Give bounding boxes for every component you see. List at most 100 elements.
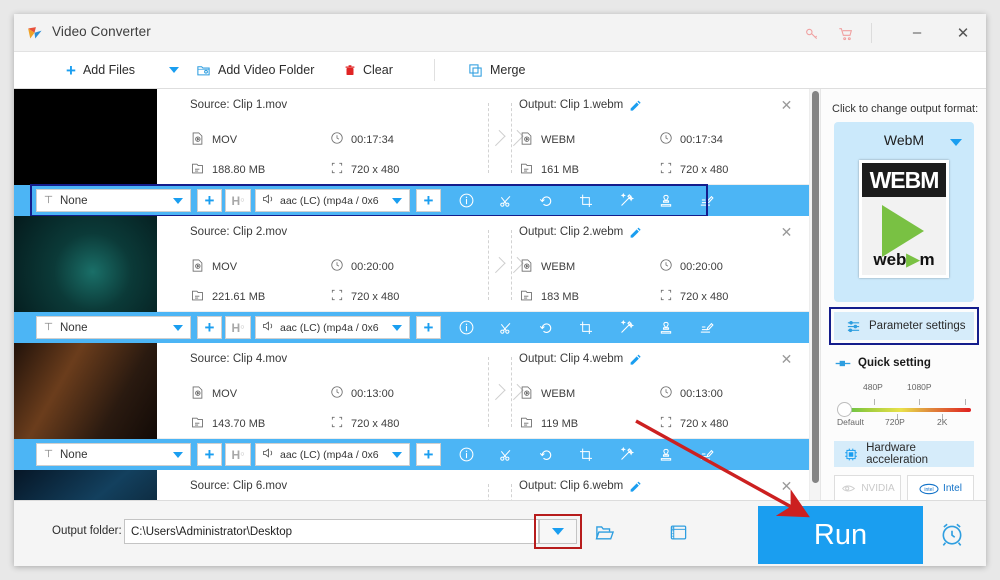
crop-button[interactable] bbox=[574, 189, 598, 212]
video-thumbnail[interactable] bbox=[14, 89, 157, 185]
rotate-button[interactable] bbox=[534, 189, 558, 212]
source-block: Source: Clip 4.mov MOV 00:13:00 143.70 MB 72… bbox=[190, 353, 480, 430]
slider-handle[interactable] bbox=[837, 402, 852, 417]
minimize-button[interactable]: – bbox=[894, 14, 940, 51]
chevron-down-icon[interactable] bbox=[950, 139, 962, 146]
info-icon bbox=[459, 447, 473, 462]
audio-track-select[interactable]: aac (LC) (mp4a / 0x6 bbox=[255, 189, 410, 212]
hdr-badge-button[interactable]: H ○ bbox=[225, 189, 251, 212]
effect-button[interactable] bbox=[614, 443, 638, 466]
pencil-icon[interactable] bbox=[629, 99, 642, 115]
output-folder-dropdown-button[interactable] bbox=[539, 519, 577, 544]
clock-icon bbox=[659, 131, 673, 148]
subtitle-button[interactable] bbox=[694, 443, 718, 466]
scheduled-task-button[interactable] bbox=[939, 521, 965, 552]
rotate-button[interactable] bbox=[534, 316, 558, 339]
slider-label-default: Default bbox=[837, 417, 864, 427]
effect-button[interactable] bbox=[614, 189, 638, 212]
add-audio-button[interactable]: + bbox=[416, 443, 441, 466]
scrollbar-thumb[interactable] bbox=[812, 91, 819, 483]
close-icon[interactable]: ✕ bbox=[778, 351, 795, 368]
file-list[interactable]: Source: Clip 1.mov MOV 00:17:34 188.80 MB 72… bbox=[14, 89, 820, 529]
watermark-icon bbox=[660, 194, 672, 207]
gpu-intel-button[interactable]: intel Intel bbox=[907, 475, 974, 502]
output-format: WEBM bbox=[519, 385, 575, 403]
add-files-label: Add Files bbox=[82, 63, 136, 77]
add-subtitle-button[interactable]: + bbox=[197, 316, 222, 339]
run-button[interactable]: Run bbox=[758, 506, 923, 564]
hdr-badge-button[interactable]: H ○ bbox=[225, 316, 251, 339]
video-thumbnail[interactable] bbox=[14, 343, 157, 439]
add-subtitle-button[interactable]: + bbox=[197, 189, 222, 212]
close-icon[interactable]: ✕ bbox=[778, 224, 795, 241]
clear-button[interactable]: Clear bbox=[344, 52, 393, 88]
source-duration: 00:17:34 bbox=[330, 131, 394, 148]
info-button[interactable] bbox=[454, 189, 478, 212]
watermark-button[interactable] bbox=[654, 316, 678, 339]
add-video-folder-button[interactable]: Add Video Folder bbox=[196, 52, 314, 88]
subtitle-select[interactable]: None bbox=[36, 189, 191, 212]
audio-track-select[interactable]: aac (LC) (mp4a / 0x6 bbox=[255, 316, 410, 339]
add-audio-button[interactable]: + bbox=[416, 189, 441, 212]
slider-track[interactable] bbox=[843, 408, 971, 412]
output-size: 183 MB bbox=[519, 288, 579, 306]
source-format: MOV bbox=[190, 385, 237, 403]
cut-button[interactable] bbox=[494, 189, 518, 212]
resolution-icon bbox=[659, 288, 673, 305]
quick-setting-title: Quick setting bbox=[835, 357, 931, 369]
hdr-badge-button[interactable]: H ○ bbox=[225, 443, 251, 466]
slider-small-icon bbox=[835, 360, 851, 366]
rotate-button[interactable] bbox=[534, 443, 558, 466]
slider-tick bbox=[965, 399, 966, 405]
output-folder-input[interactable]: C:\Users\Administrator\Desktop bbox=[124, 519, 539, 544]
info-button[interactable] bbox=[454, 443, 478, 466]
browse-folder-button[interactable] bbox=[590, 519, 618, 545]
file-row[interactable]: Source: Clip 2.mov MOV 00:20:00 221.61 MB 72… bbox=[14, 216, 809, 343]
rotate-icon bbox=[539, 450, 551, 460]
add-subtitle-button[interactable]: + bbox=[197, 443, 222, 466]
open-media-button[interactable] bbox=[664, 519, 692, 545]
close-button[interactable]: ✕ bbox=[940, 14, 986, 51]
cut-button[interactable] bbox=[494, 316, 518, 339]
subtitle-icon bbox=[43, 321, 54, 335]
close-icon[interactable]: ✕ bbox=[778, 478, 795, 495]
hardware-acceleration-button[interactable]: Hardware acceleration bbox=[834, 441, 974, 467]
conversion-arrow bbox=[487, 230, 524, 300]
watermark-button[interactable] bbox=[654, 189, 678, 212]
app-logo-icon bbox=[28, 27, 42, 39]
subtitle-select[interactable]: None bbox=[36, 316, 191, 339]
file-list-scrollbar[interactable] bbox=[809, 89, 820, 529]
add-files-dropdown[interactable] bbox=[169, 52, 179, 88]
add-files-button[interactable]: + Add Files bbox=[66, 52, 135, 88]
file-row[interactable]: Source: Clip 1.mov MOV 00:17:34 188.80 MB 72… bbox=[14, 89, 809, 217]
subtitle-button[interactable] bbox=[694, 189, 718, 212]
source-block: Source: Clip 1.mov MOV 00:17:34 188.80 MB 72… bbox=[190, 99, 480, 176]
row-action-bar: None + H ○ aac (LC) (mp4a / 0x6 + bbox=[14, 184, 809, 217]
webm-logo-bottom-text: web▶m bbox=[873, 250, 935, 269]
cut-button[interactable] bbox=[494, 443, 518, 466]
subtitle-button[interactable] bbox=[694, 316, 718, 339]
video-thumbnail[interactable] bbox=[14, 216, 157, 312]
close-icon[interactable]: ✕ bbox=[778, 97, 795, 114]
pencil-icon[interactable] bbox=[629, 353, 642, 369]
subtitle-select[interactable]: None bbox=[36, 443, 191, 466]
file-row[interactable]: Source: Clip 4.mov MOV 00:13:00 143.70 MB 72… bbox=[14, 343, 809, 470]
pencil-icon[interactable] bbox=[629, 226, 642, 242]
output-format-card[interactable]: WebM WEBM web▶m bbox=[834, 122, 974, 302]
key-icon[interactable] bbox=[801, 23, 823, 44]
info-icon bbox=[459, 193, 473, 208]
effect-button[interactable] bbox=[614, 316, 638, 339]
add-audio-button[interactable]: + bbox=[416, 316, 441, 339]
gpu-nvidia-button[interactable]: NVIDIA bbox=[834, 475, 901, 502]
subtitle-icon bbox=[43, 194, 54, 208]
info-button[interactable] bbox=[454, 316, 478, 339]
cart-icon[interactable] bbox=[835, 23, 857, 44]
crop-button[interactable] bbox=[574, 443, 598, 466]
parameter-settings-button[interactable]: Parameter settings bbox=[834, 312, 974, 340]
main-body: Source: Clip 1.mov MOV 00:17:34 188.80 MB 72… bbox=[14, 89, 986, 529]
merge-button[interactable]: Merge bbox=[468, 52, 525, 88]
audio-track-select[interactable]: aac (LC) (mp4a / 0x6 bbox=[255, 443, 410, 466]
watermark-button[interactable] bbox=[654, 443, 678, 466]
pencil-icon[interactable] bbox=[629, 480, 642, 496]
crop-button[interactable] bbox=[574, 316, 598, 339]
